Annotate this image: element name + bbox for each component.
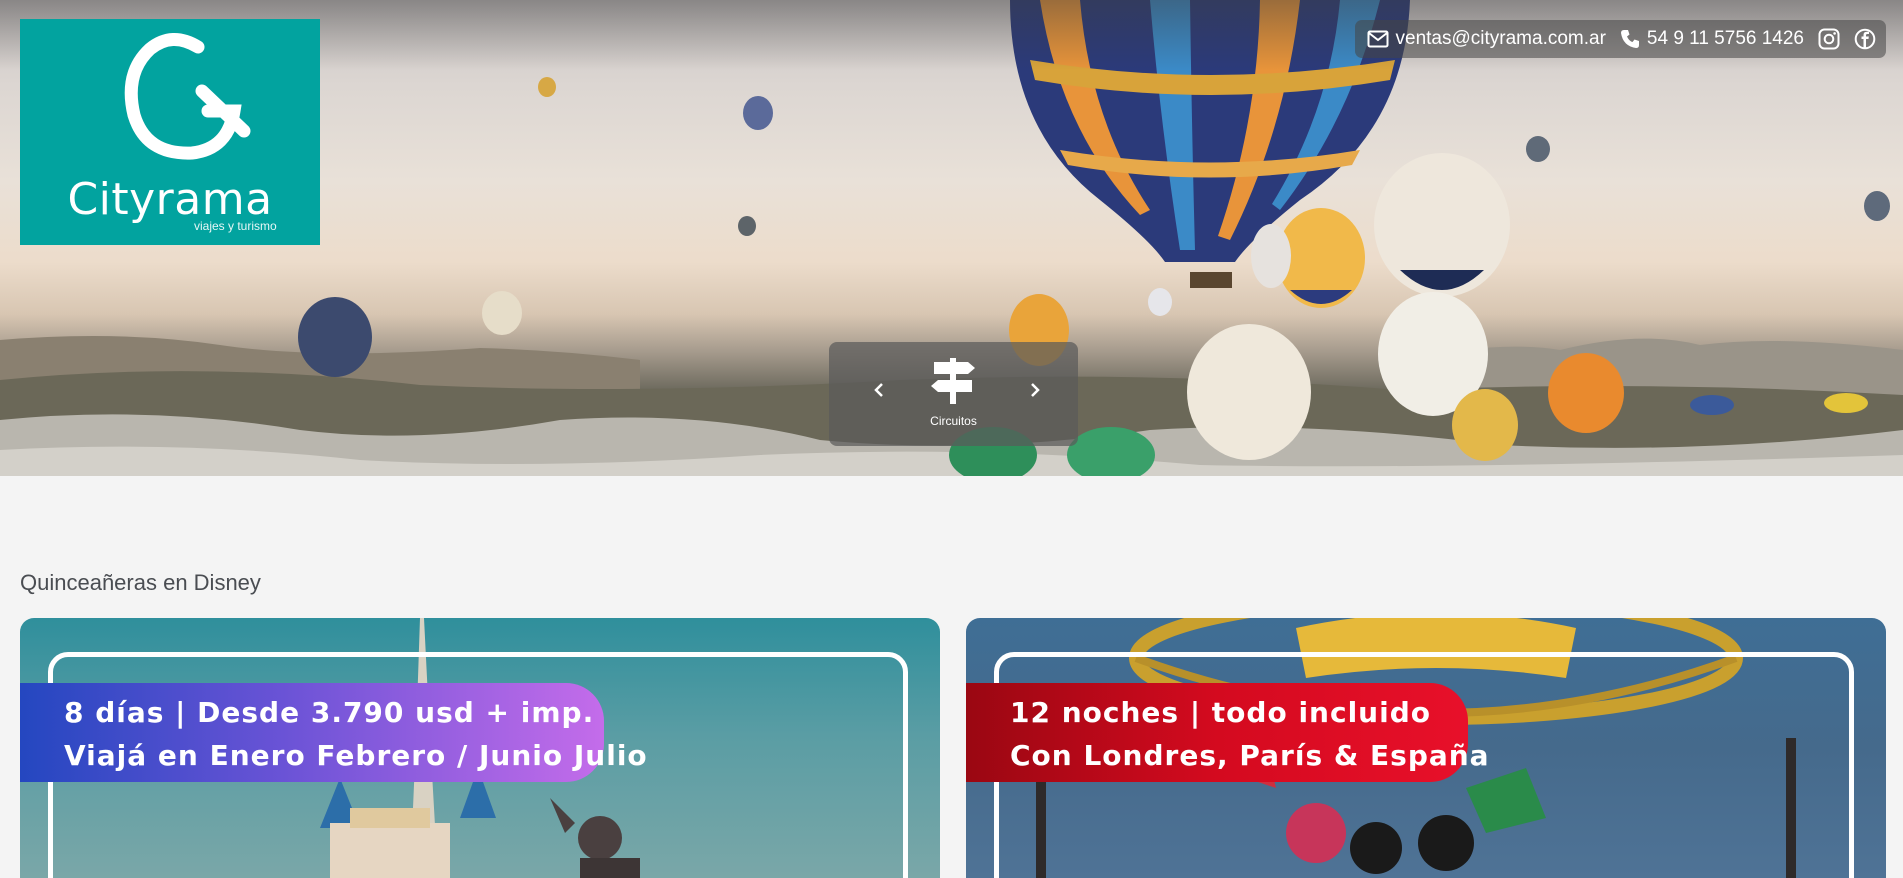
hero-banner: Cityrama viajes y turismo ventas@cityram…: [0, 0, 1903, 476]
instagram-link[interactable]: [1818, 28, 1840, 50]
cityrama-logo-icon: [124, 33, 251, 160]
email-text: ventas@cityrama.com.ar: [1395, 28, 1606, 49]
badge-line-2: Con Londres, París & España: [1010, 739, 1490, 772]
chevron-right-icon: [1031, 383, 1040, 397]
promo-card[interactable]: 12 noches | todo incluido Con Londres, P…: [966, 618, 1886, 878]
phone-text: 54 9 11 5756 1426: [1646, 28, 1804, 49]
promo-card[interactable]: 8 días | Desde 3.790 usd + imp. Viajá en…: [20, 618, 940, 878]
chevron-left-icon: [874, 383, 883, 397]
brand-tagline: viajes y turismo: [194, 219, 277, 233]
promo-badge: 12 noches | todo incluido Con Londres, P…: [966, 683, 1490, 782]
facebook-link[interactable]: [1854, 28, 1876, 50]
brand-logo[interactable]: Cityrama viajes y turismo: [20, 19, 320, 245]
badge-line-1: 8 días | Desde 3.790 usd + imp.: [64, 696, 595, 729]
badge-line-1: 12 noches | todo incluido: [1010, 696, 1431, 729]
category-prev-button[interactable]: [869, 378, 889, 402]
brand-name: Cityrama: [67, 174, 273, 225]
signpost-icon[interactable]: [930, 356, 976, 406]
contact-bar: ventas@cityrama.com.ar 54 9 11 5756 1426: [1354, 20, 1886, 58]
phone-icon: [1620, 29, 1640, 49]
badge-line-2: Viajá en Enero Febrero / Junio Julio: [64, 739, 648, 772]
section-title: Quinceañeras en Disney: [20, 570, 261, 595]
promo-badge: 8 días | Desde 3.790 usd + imp. Viajá en…: [20, 683, 648, 782]
instagram-icon: [1818, 28, 1840, 50]
category-label[interactable]: Circuitos: [829, 414, 1078, 428]
category-slider: Circuitos: [829, 342, 1078, 446]
phone-link[interactable]: 54 9 11 5756 1426: [1620, 28, 1804, 50]
category-next-button[interactable]: [1025, 378, 1045, 402]
mail-icon: [1367, 30, 1389, 48]
facebook-icon: [1854, 28, 1876, 50]
email-link[interactable]: ventas@cityrama.com.ar: [1367, 28, 1606, 50]
